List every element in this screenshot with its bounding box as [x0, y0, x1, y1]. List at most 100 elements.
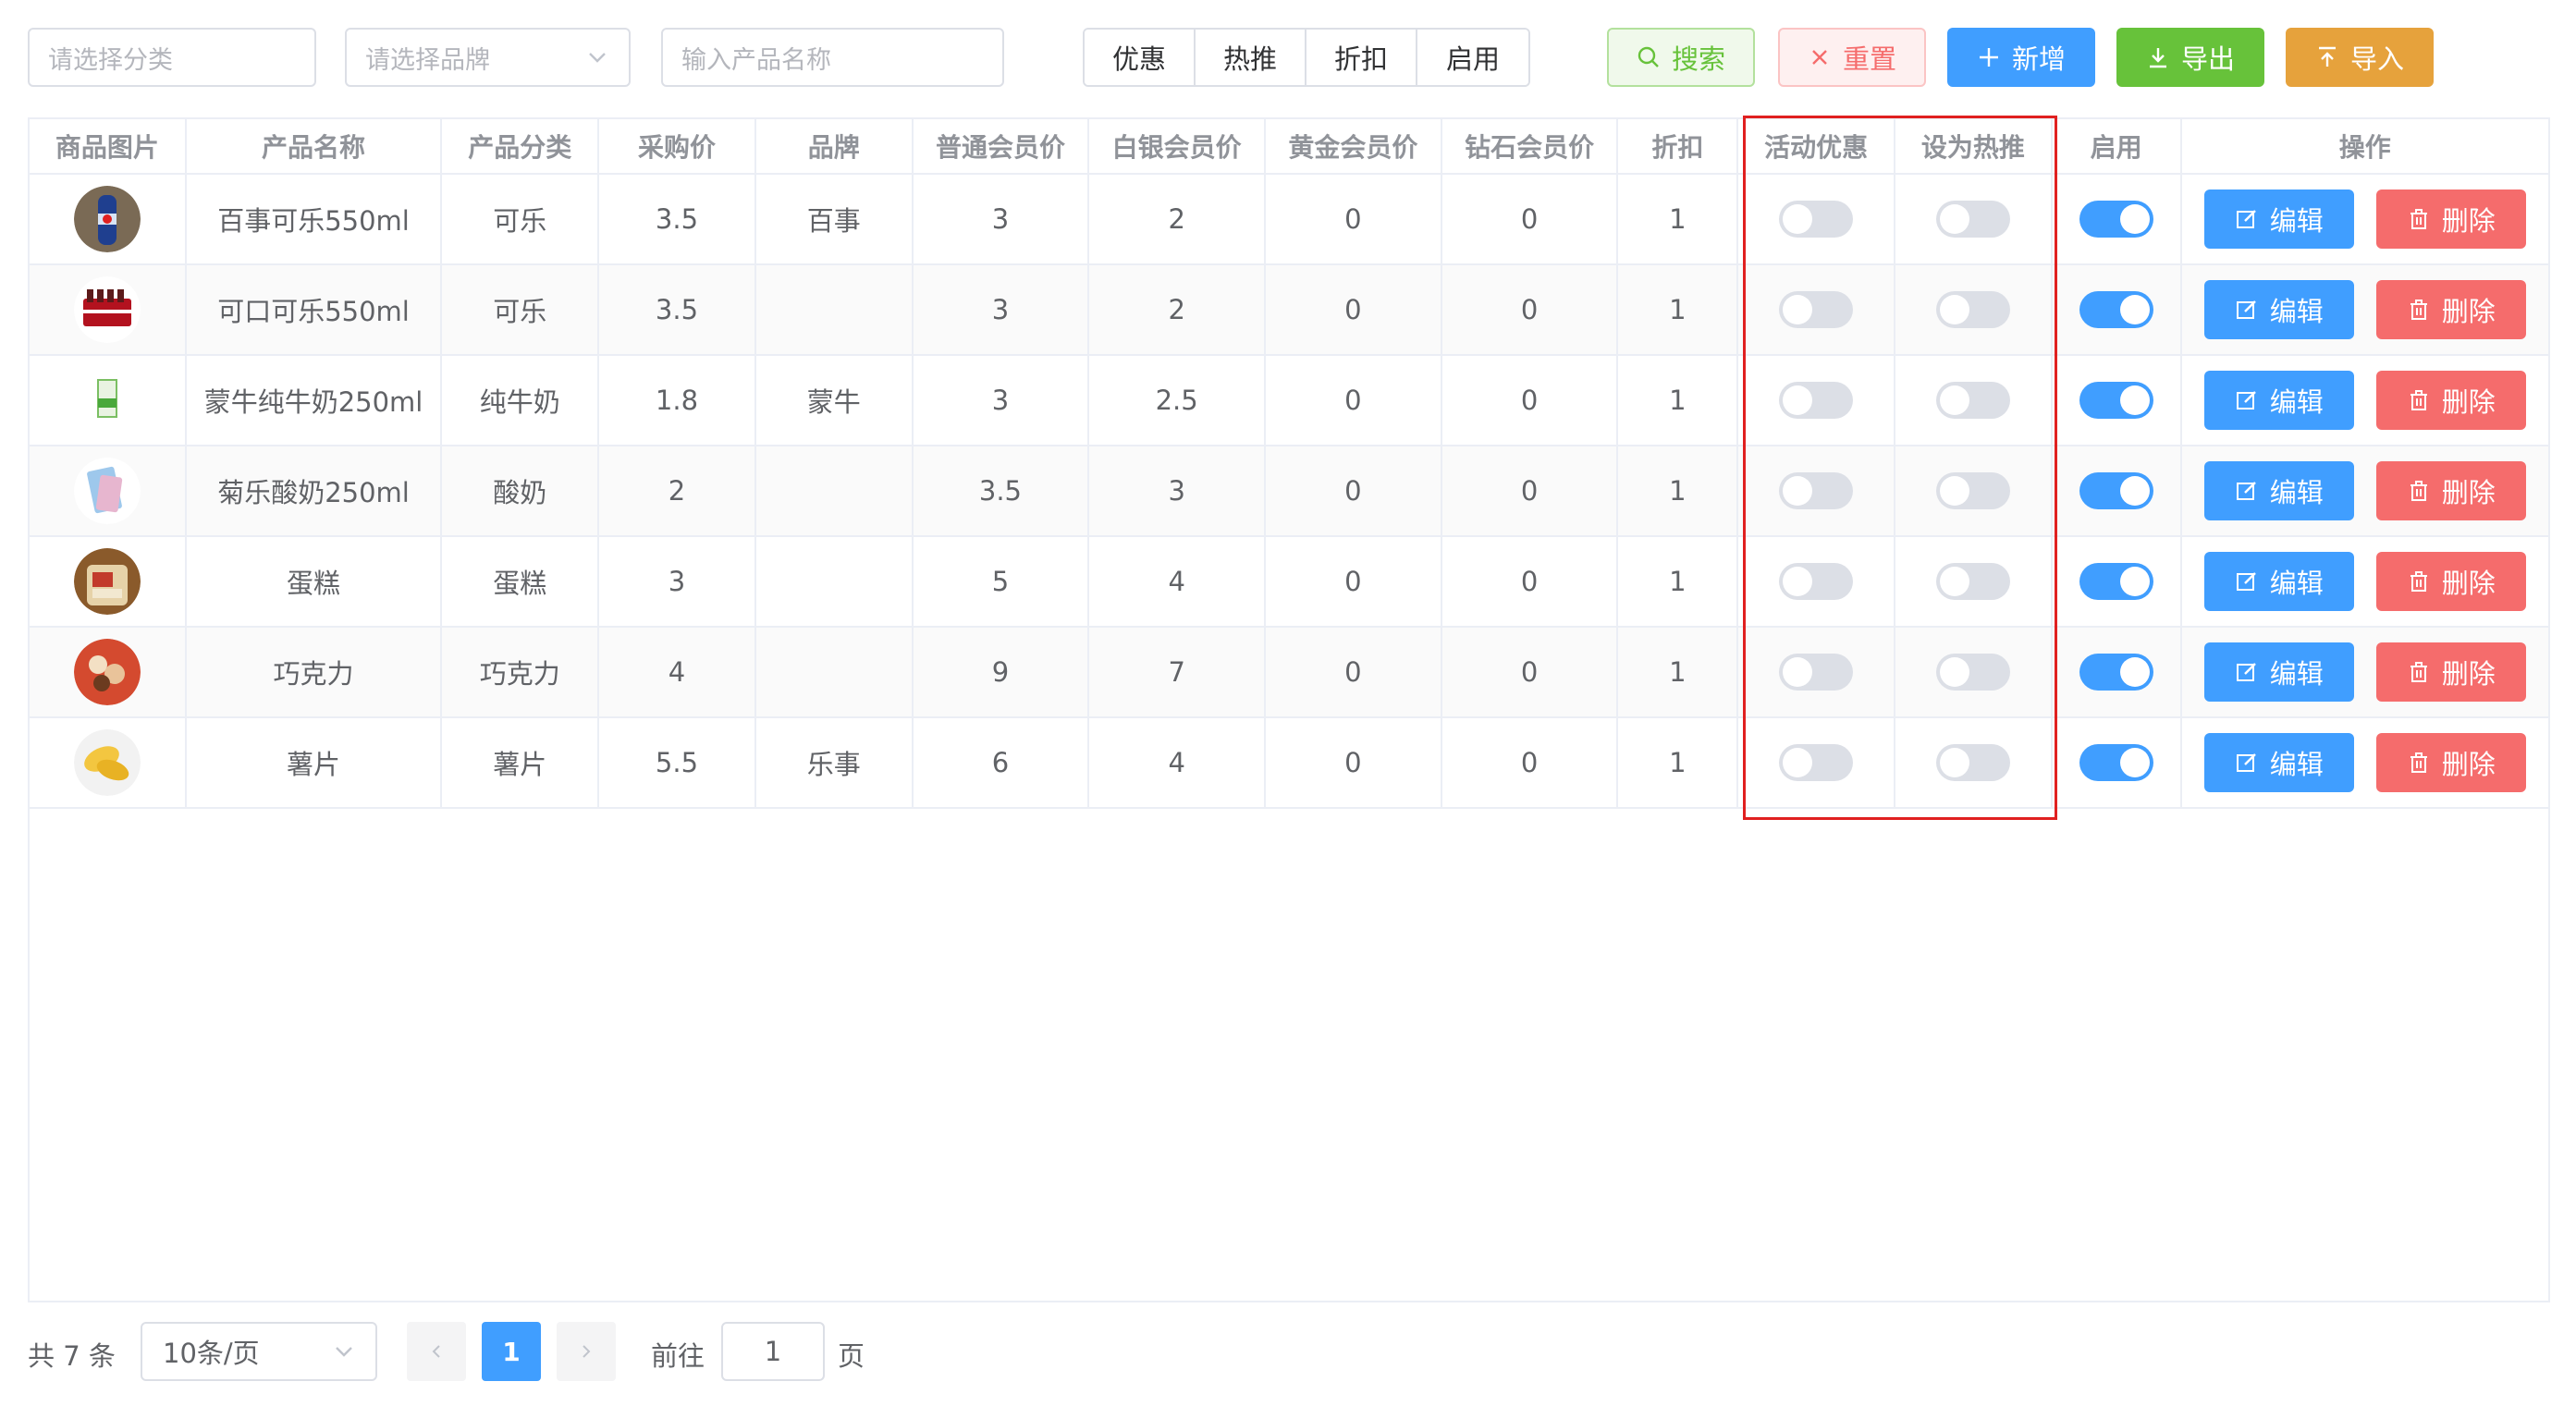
import-label: 导入: [2349, 43, 2404, 75]
enabled-toggle[interactable]: [2079, 563, 2153, 600]
col-hot: 设为热推: [1895, 119, 2053, 173]
purchase-price: 5.5: [599, 718, 756, 807]
delete-button[interactable]: 删除: [2375, 190, 2526, 249]
delete-button[interactable]: 删除: [2375, 552, 2526, 611]
edit-icon: [2236, 210, 2256, 228]
enabled-toggle[interactable]: [2079, 744, 2153, 781]
hot-toggle[interactable]: [1935, 654, 2010, 691]
edit-button[interactable]: 编辑: [2203, 280, 2354, 339]
delete-button[interactable]: 删除: [2375, 371, 2526, 430]
upload-icon: [2318, 46, 2336, 67]
edit-button[interactable]: 编辑: [2203, 642, 2354, 702]
delete-label: 删除: [2441, 658, 2496, 690]
delete-button[interactable]: 删除: [2375, 642, 2526, 702]
hot-cell: [1895, 265, 2053, 354]
product-name: 菊乐酸奶250ml: [187, 446, 443, 535]
edit-label: 编辑: [2269, 568, 2324, 599]
search-button[interactable]: 搜索: [1607, 28, 1755, 87]
col-category: 产品分类: [442, 119, 600, 173]
promo-toggle[interactable]: [1779, 472, 1854, 509]
delete-label: 删除: [2441, 568, 2496, 599]
reset-button[interactable]: 重置: [1778, 28, 1926, 87]
page-unit-label: 页: [838, 1340, 865, 1372]
goto-page-input[interactable]: 1: [721, 1322, 825, 1381]
category-select[interactable]: 请选择分类: [28, 28, 316, 87]
hot-toggle[interactable]: [1935, 744, 2010, 781]
product-category: 薯片: [442, 718, 600, 807]
delete-button[interactable]: 删除: [2375, 733, 2526, 792]
delete-button[interactable]: 删除: [2375, 461, 2526, 520]
promo-toggle[interactable]: [1779, 382, 1854, 419]
filter-promo-button[interactable]: 优惠: [1085, 30, 1196, 85]
enabled-cell: [2053, 175, 2182, 263]
enabled-toggle[interactable]: [2079, 654, 2153, 691]
enabled-toggle[interactable]: [2079, 291, 2153, 328]
edit-icon: [2236, 482, 2256, 500]
edit-icon: [2236, 572, 2256, 591]
page-size-value: 10条/页: [163, 1338, 260, 1369]
page-size-select[interactable]: 10条/页: [141, 1322, 377, 1381]
edit-button[interactable]: 编辑: [2203, 190, 2354, 249]
product-name-input[interactable]: 输入产品名称: [661, 28, 1004, 87]
hot-toggle[interactable]: [1935, 201, 2010, 238]
silver-member-price: 4: [1089, 537, 1267, 626]
delete-label: 删除: [2441, 205, 2496, 237]
edit-button[interactable]: 编辑: [2203, 552, 2354, 611]
col-actions: 操作: [2338, 132, 2391, 163]
promo-toggle[interactable]: [1779, 291, 1854, 328]
import-button[interactable]: 导入: [2286, 28, 2434, 87]
delete-label: 删除: [2441, 749, 2496, 780]
promo-toggle[interactable]: [1779, 201, 1854, 238]
product-name: 薯片: [187, 718, 443, 807]
enabled-toggle[interactable]: [2079, 472, 2153, 509]
product-brand: 蒙牛: [756, 356, 914, 445]
edit-button[interactable]: 编辑: [2203, 461, 2354, 520]
product-image-cell: [30, 356, 187, 445]
filter-enabled-button[interactable]: 启用: [1417, 30, 1528, 85]
enabled-toggle[interactable]: [2079, 382, 2153, 419]
trash-icon: [2410, 662, 2427, 682]
table-row: 薯片 薯片 5.5 乐事 6 4 0 0 1 编辑 删除: [30, 718, 2548, 809]
promo-toggle[interactable]: [1779, 654, 1854, 691]
trash-icon: [2410, 300, 2427, 320]
promo-cell: [1738, 628, 1896, 716]
trash-icon: [2410, 481, 2427, 501]
hot-toggle[interactable]: [1935, 563, 2010, 600]
promo-toggle[interactable]: [1779, 563, 1854, 600]
export-button[interactable]: 导出: [2116, 28, 2264, 87]
hot-toggle[interactable]: [1935, 291, 2010, 328]
gold-member-price: 0: [1266, 446, 1442, 535]
col-enabled: 启用: [2053, 119, 2182, 173]
product-brand: 百事: [756, 175, 914, 263]
product-name: 可口可乐550ml: [187, 265, 443, 354]
silver-member-price: 3: [1089, 446, 1267, 535]
milk-carton-thumbnail: [73, 367, 141, 434]
filter-hot-button[interactable]: 热推: [1196, 30, 1306, 85]
promo-toggle[interactable]: [1779, 744, 1854, 781]
enabled-toggle[interactable]: [2079, 201, 2153, 238]
normal-member-price: 6: [914, 718, 1090, 807]
table-row: 巧克力 巧克力 4 9 7 0 0 1 编辑 删除: [30, 628, 2548, 718]
brand-select[interactable]: 请选择品牌: [345, 28, 631, 87]
product-category: 巧克力: [442, 628, 600, 716]
prev-page-button[interactable]: [407, 1322, 466, 1381]
edit-icon: [2236, 391, 2256, 410]
delete-button[interactable]: 删除: [2375, 280, 2526, 339]
next-page-button[interactable]: [557, 1322, 616, 1381]
hot-cell: [1895, 446, 2053, 535]
page-number-current[interactable]: 1: [482, 1322, 541, 1381]
cola-bottle-thumbnail: [73, 186, 141, 252]
product-name-placeholder: 输入产品名称: [681, 45, 831, 75]
diamond-member-price: 0: [1442, 265, 1619, 354]
delete-label: 删除: [2441, 296, 2496, 327]
edit-button[interactable]: 编辑: [2203, 371, 2354, 430]
category-placeholder: 请选择分类: [48, 45, 173, 75]
hot-toggle[interactable]: [1935, 382, 2010, 419]
chocolate-thumbnail: [73, 639, 141, 705]
brand-placeholder: 请选择品牌: [365, 45, 490, 75]
edit-button[interactable]: 编辑: [2203, 733, 2354, 792]
filter-discount-button[interactable]: 折扣: [1306, 30, 1417, 85]
hot-toggle[interactable]: [1935, 472, 2010, 509]
trash-icon: [2410, 390, 2427, 410]
add-button[interactable]: 新增: [1947, 28, 2095, 87]
